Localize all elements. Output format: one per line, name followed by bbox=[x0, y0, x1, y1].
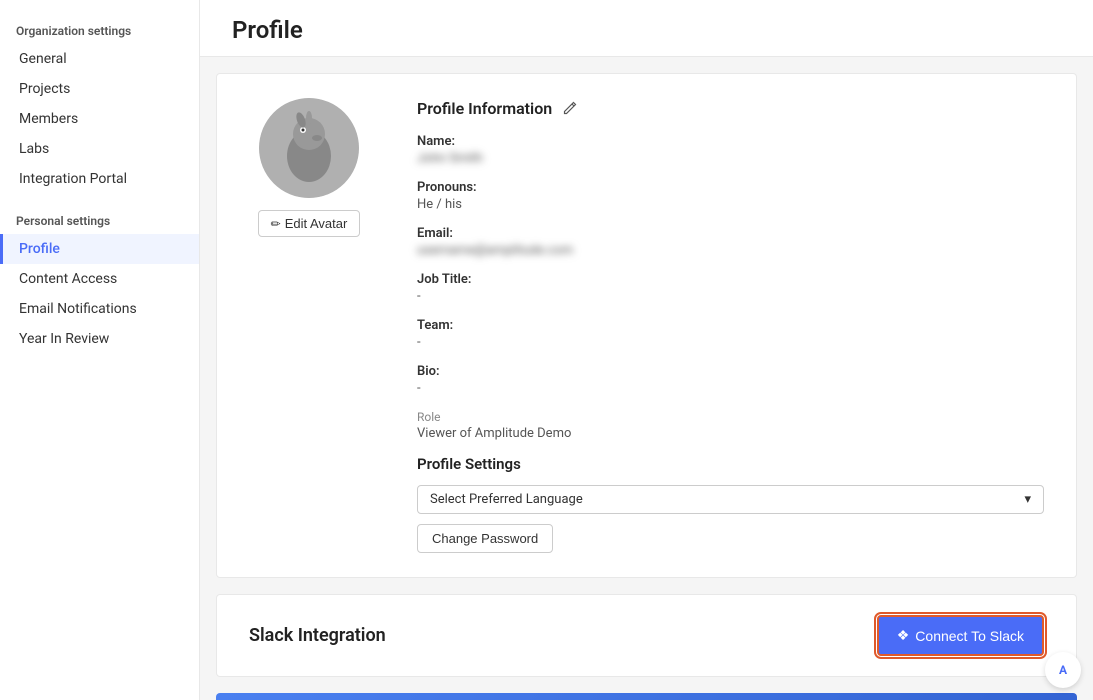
page-title: Profile bbox=[232, 16, 1061, 44]
name-value: John Smith bbox=[417, 151, 1044, 166]
team-value: - bbox=[417, 335, 1044, 350]
profile-card: ✏ Edit Avatar Profile Information bbox=[216, 73, 1077, 578]
team-field: Team: - bbox=[417, 318, 1044, 350]
profile-layout: ✏ Edit Avatar Profile Information bbox=[249, 98, 1044, 553]
job-title-field: Job Title: - bbox=[417, 272, 1044, 304]
sidebar-item-general[interactable]: General bbox=[0, 44, 199, 74]
email-value: username@amplitude.com bbox=[417, 243, 1044, 258]
amplitude-slack-banner: × Stay connected with Amplitude on Slack… bbox=[216, 693, 1077, 700]
profile-settings-section: Profile Settings Select Preferred Langua… bbox=[417, 455, 1044, 553]
sidebar-item-email-notifications[interactable]: Email Notifications bbox=[0, 294, 199, 324]
edit-profile-button[interactable] bbox=[560, 98, 580, 118]
pencil-icon: ✏ bbox=[271, 217, 281, 231]
email-field: Email: username@amplitude.com bbox=[417, 226, 1044, 258]
page-header: Profile bbox=[200, 0, 1093, 57]
connect-slack-button[interactable]: ❖ Connect To Slack bbox=[877, 615, 1044, 656]
sidebar-item-content-access[interactable]: Content Access bbox=[0, 264, 199, 294]
sidebar-item-year-in-review[interactable]: Year In Review bbox=[0, 324, 199, 354]
job-title-value: - bbox=[417, 289, 1044, 304]
sidebar-item-members[interactable]: Members bbox=[0, 104, 199, 134]
personal-section-title: Personal settings bbox=[0, 206, 199, 234]
slack-integration-card: Slack Integration ❖ Connect To Slack bbox=[216, 594, 1077, 677]
sidebar-item-integration-portal[interactable]: Integration Portal bbox=[0, 164, 199, 194]
main-content: Profile bbox=[200, 0, 1093, 700]
change-password-button[interactable]: Change Password bbox=[417, 524, 553, 553]
amplitude-logo: A bbox=[1045, 652, 1081, 688]
edit-avatar-button[interactable]: ✏ Edit Avatar bbox=[258, 210, 361, 237]
bio-value: - bbox=[417, 381, 1044, 396]
pronouns-value: He / his bbox=[417, 197, 1044, 212]
language-select[interactable]: Select Preferred Language ▾ bbox=[417, 485, 1044, 514]
profile-info-header: Profile Information bbox=[417, 98, 1044, 118]
sidebar-item-profile[interactable]: Profile bbox=[0, 234, 199, 264]
profile-info-section: Profile Information Name: John Smith Pro… bbox=[417, 98, 1044, 553]
sidebar-item-labs[interactable]: Labs bbox=[0, 134, 199, 164]
slack-icon: ❖ bbox=[897, 627, 910, 644]
name-field: Name: John Smith bbox=[417, 134, 1044, 166]
sidebar: Organization settings General Projects M… bbox=[0, 0, 200, 700]
slack-title: Slack Integration bbox=[249, 625, 386, 646]
role-group: Role Viewer of Amplitude Demo bbox=[417, 410, 1044, 441]
pronouns-field: Pronouns: He / his bbox=[417, 180, 1044, 212]
profile-info-title: Profile Information bbox=[417, 99, 552, 118]
role-value: Viewer of Amplitude Demo bbox=[417, 426, 1044, 441]
avatar-section: ✏ Edit Avatar bbox=[249, 98, 369, 237]
org-section-title: Organization settings bbox=[0, 16, 199, 44]
avatar bbox=[259, 98, 359, 198]
bio-field: Bio: - bbox=[417, 364, 1044, 396]
pencil-edit-icon bbox=[562, 100, 578, 116]
chevron-down-icon: ▾ bbox=[1024, 492, 1031, 507]
profile-settings-title: Profile Settings bbox=[417, 455, 1044, 473]
sidebar-item-projects[interactable]: Projects bbox=[0, 74, 199, 104]
